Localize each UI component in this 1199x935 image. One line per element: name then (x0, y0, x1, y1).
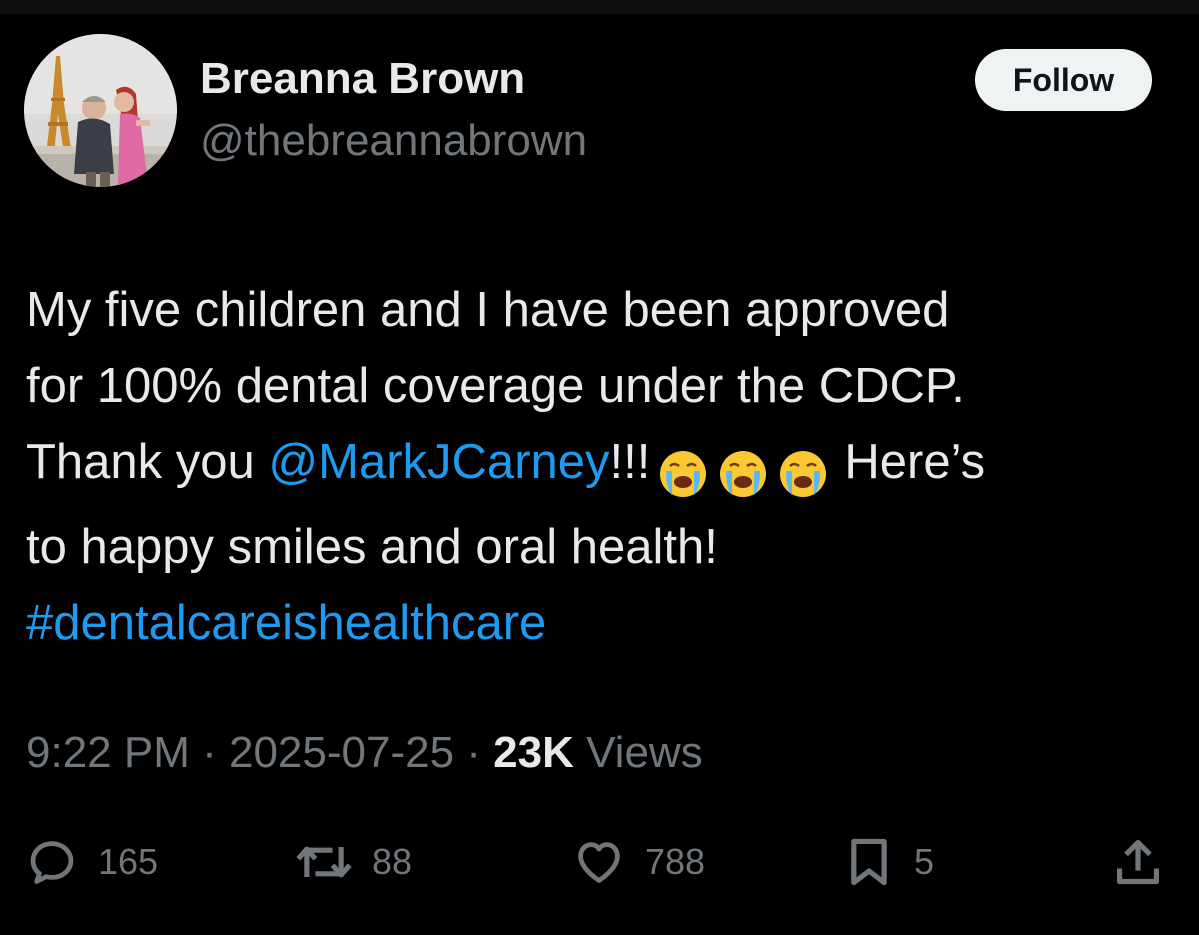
tweet-line-text: Here’s (844, 435, 986, 489)
like-button[interactable]: 788 (573, 830, 705, 894)
tweet-line: for 100% dental coverage under the CDCP. (26, 359, 965, 413)
bookmark-button[interactable]: 5 (844, 830, 934, 894)
repost-count: 88 (372, 841, 413, 882)
hashtag-link[interactable]: #dentalcareishealthcare (26, 596, 546, 650)
views-count: 23K (493, 728, 574, 777)
tweet-time[interactable]: 9:22 PM (26, 728, 190, 777)
author-display-name[interactable]: Breanna Brown (200, 54, 525, 104)
reply-button[interactable]: 165 (26, 830, 158, 894)
share-button[interactable] (1112, 830, 1164, 894)
reply-count: 165 (98, 841, 159, 882)
follow-button[interactable]: Follow (975, 49, 1152, 111)
heart-icon (578, 842, 620, 883)
loudly-crying-face-icon (720, 451, 767, 498)
emoji-group (658, 433, 838, 509)
tweet-line: to happy smiles and oral health! (26, 520, 718, 574)
action-bar: 165 88 788 5 (0, 830, 1199, 894)
tweet-date[interactable]: 2025-07-25 (229, 728, 454, 777)
tweet-text: My five children and I have been approve… (26, 272, 1176, 661)
views-label: Views (573, 728, 703, 777)
tweet-meta: 9:22 PM · 2025-07-25 · 23K Views (26, 728, 703, 778)
meta-separator: · (454, 728, 494, 777)
avatar-photo (24, 34, 177, 187)
meta-separator: · (189, 728, 229, 777)
tweet-line: My five children and I have been approve… (26, 283, 950, 337)
mention-link[interactable]: @MarkJCarney (268, 435, 609, 489)
author-handle[interactable]: @thebreannabrown (200, 116, 587, 166)
tweet-line-text: !!! (609, 435, 651, 489)
reply-icon (30, 841, 74, 884)
repost-button[interactable]: 88 (294, 830, 412, 894)
bookmark-count: 5 (914, 841, 935, 882)
tweet-line-text: Thank you (26, 435, 269, 489)
tweet-line: Thank you @MarkJCarney!!! Here’s (26, 424, 1176, 509)
tweet-line: #dentalcareishealthcare (26, 585, 1176, 661)
loudly-crying-face-icon (660, 451, 707, 498)
loudly-crying-face-icon (780, 451, 827, 498)
bookmark-icon (851, 838, 887, 886)
like-count: 788 (645, 841, 706, 882)
repost-icon (296, 846, 352, 878)
avatar[interactable] (24, 34, 177, 187)
share-icon (1116, 839, 1160, 885)
top-strip (0, 0, 1199, 14)
